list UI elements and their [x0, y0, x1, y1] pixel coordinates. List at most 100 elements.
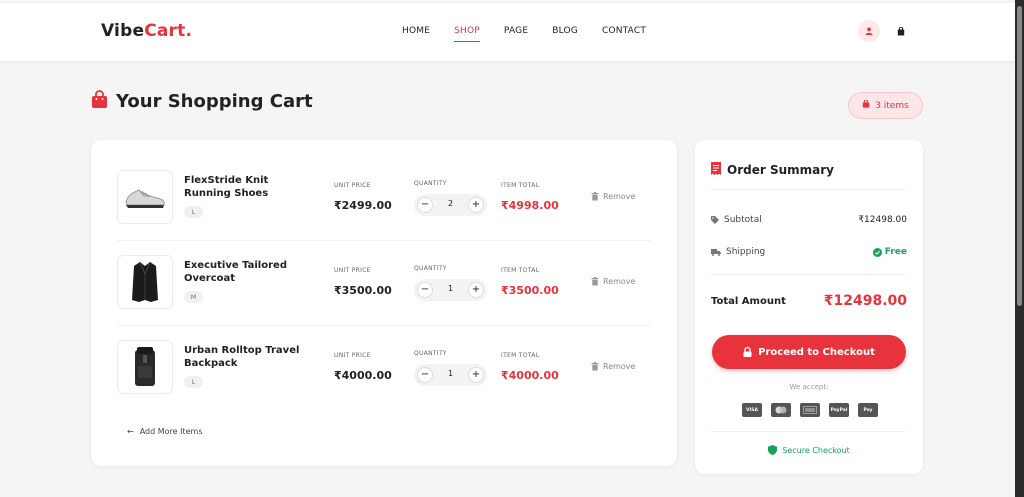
- quantity-stepper: − 2 +: [414, 194, 487, 216]
- row-divider: [117, 325, 651, 326]
- subtotal-row: Subtotal ₹12498.00: [711, 215, 907, 225]
- scrollbar-thumb[interactable]: [1017, 6, 1022, 306]
- remove-button[interactable]: Remove: [591, 277, 635, 286]
- remove-label: Remove: [603, 362, 636, 371]
- summary-divider: [711, 274, 905, 275]
- items-count: 3 items: [875, 100, 909, 111]
- payment-methods: VISA PayPal Pay: [742, 403, 878, 417]
- product-name[interactable]: Executive Tailored Overcoat: [184, 259, 314, 285]
- secure-checkout-label: Secure Checkout: [782, 445, 850, 455]
- nav-contact[interactable]: CONTACT: [602, 26, 646, 42]
- size-badge: L: [184, 206, 203, 218]
- item-total: ₹4000.00: [501, 369, 559, 382]
- increase-quantity-button[interactable]: +: [468, 282, 484, 298]
- increase-quantity-button[interactable]: +: [468, 367, 484, 383]
- scrollbar[interactable]: [1015, 0, 1024, 497]
- nav-blog[interactable]: BLOG: [552, 26, 578, 42]
- navbar: VibeCart. HOME SHOP PAGE BLOG CONTACT: [0, 3, 1015, 61]
- trash-icon: [591, 277, 599, 286]
- paypal-icon: PayPal: [829, 403, 849, 417]
- tag-icon: [711, 216, 719, 224]
- cart-heading: Your Shopping Cart: [91, 90, 313, 113]
- item-total-label: ITEM TOTAL: [501, 267, 540, 274]
- order-summary-card: Order Summary Subtotal ₹12498.00 Shippin…: [695, 140, 923, 474]
- brand-name: Vibe: [101, 21, 145, 41]
- remove-label: Remove: [603, 277, 636, 286]
- shipping-value: Free: [872, 247, 907, 257]
- items-count-badge: 3 items: [848, 92, 923, 119]
- unit-price-label: UNIT PRICE: [334, 182, 371, 189]
- row-divider: [117, 240, 651, 241]
- proceed-to-checkout-button[interactable]: Proceed to Checkout: [712, 335, 906, 369]
- size-badge: M: [184, 291, 203, 303]
- trash-icon: [591, 362, 599, 371]
- unit-price-label: UNIT PRICE: [334, 352, 371, 359]
- cart-item: FlexStride Knit Running Shoes L UNIT PRI…: [117, 170, 651, 226]
- user-icon[interactable]: [858, 20, 880, 42]
- brand-logo[interactable]: VibeCart.: [101, 21, 192, 41]
- cart-item: Urban Rolltop Travel Backpack L UNIT PRI…: [117, 340, 651, 396]
- quantity-label: QUANTITY: [414, 350, 447, 357]
- item-total-label: ITEM TOTAL: [501, 352, 540, 359]
- quantity-stepper: − 1 +: [414, 279, 487, 301]
- item-total: ₹3500.00: [501, 284, 559, 297]
- add-more-label: Add More Items: [139, 427, 203, 436]
- amex-icon: [800, 403, 820, 417]
- remove-label: Remove: [603, 192, 636, 201]
- unit-price-label: UNIT PRICE: [334, 267, 371, 274]
- checkout-label: Proceed to Checkout: [758, 346, 875, 358]
- visa-icon: VISA: [742, 403, 762, 417]
- brand-accent: Cart.: [144, 21, 193, 41]
- shopping-bag-icon[interactable]: [890, 20, 912, 42]
- increase-quantity-button[interactable]: +: [468, 197, 484, 213]
- shipping-label: Shipping: [726, 247, 766, 257]
- unit-price: ₹2499.00: [334, 199, 392, 212]
- total-value: ₹12498.00: [823, 293, 907, 309]
- product-name[interactable]: Urban Rolltop Travel Backpack: [184, 344, 314, 370]
- unit-price: ₹4000.00: [334, 369, 392, 382]
- mastercard-icon: [771, 403, 791, 417]
- shipping-row: Shipping Free: [711, 247, 907, 257]
- main-menu: HOME SHOP PAGE BLOG CONTACT: [402, 26, 670, 42]
- receipt-icon: [711, 160, 721, 179]
- cart-items-card: FlexStride Knit Running Shoes L UNIT PRI…: [91, 140, 677, 466]
- unit-price: ₹3500.00: [334, 284, 392, 297]
- page: VibeCart. HOME SHOP PAGE BLOG CONTACT Yo…: [0, 0, 1015, 497]
- shoe-icon: [125, 189, 165, 208]
- lock-icon: [743, 347, 752, 357]
- product-image[interactable]: [117, 255, 173, 309]
- product-image[interactable]: [117, 170, 173, 224]
- product-name[interactable]: FlexStride Knit Running Shoes: [184, 174, 314, 200]
- shipping-free-text: Free: [884, 247, 907, 257]
- nav-home[interactable]: HOME: [402, 26, 430, 42]
- item-total: ₹4998.00: [501, 199, 559, 212]
- summary-divider: [711, 189, 905, 190]
- shield-icon: [768, 445, 778, 455]
- truck-icon: [711, 249, 721, 256]
- nav-shop[interactable]: SHOP: [454, 26, 480, 42]
- remove-button[interactable]: Remove: [591, 192, 635, 201]
- item-total-label: ITEM TOTAL: [501, 182, 540, 189]
- size-badge: L: [184, 376, 203, 388]
- product-image[interactable]: [117, 340, 173, 394]
- summary-divider: [711, 431, 905, 432]
- remove-button[interactable]: Remove: [591, 362, 635, 371]
- summary-title-text: Order Summary: [727, 162, 834, 177]
- backpack-icon: [135, 347, 155, 386]
- apple-pay-icon: Pay: [858, 403, 878, 417]
- subtotal-value: ₹12498.00: [858, 215, 907, 225]
- summary-title: Order Summary: [711, 160, 834, 179]
- we-accept-label: We accept:: [789, 383, 829, 391]
- subtotal-label: Subtotal: [724, 215, 762, 225]
- trash-icon: [591, 192, 599, 201]
- page-title: Your Shopping Cart: [116, 91, 313, 112]
- quantity-stepper: − 1 +: [414, 364, 487, 386]
- coat-icon: [132, 261, 158, 302]
- add-more-items-link[interactable]: ← Add More Items: [127, 427, 203, 436]
- quantity-label: QUANTITY: [414, 180, 447, 187]
- secure-checkout: Secure Checkout: [695, 445, 923, 455]
- cart-item: Executive Tailored Overcoat M UNIT PRICE…: [117, 255, 651, 311]
- nav-page[interactable]: PAGE: [504, 26, 528, 42]
- total-label: Total Amount: [711, 295, 786, 307]
- check-circle-icon: [872, 247, 882, 257]
